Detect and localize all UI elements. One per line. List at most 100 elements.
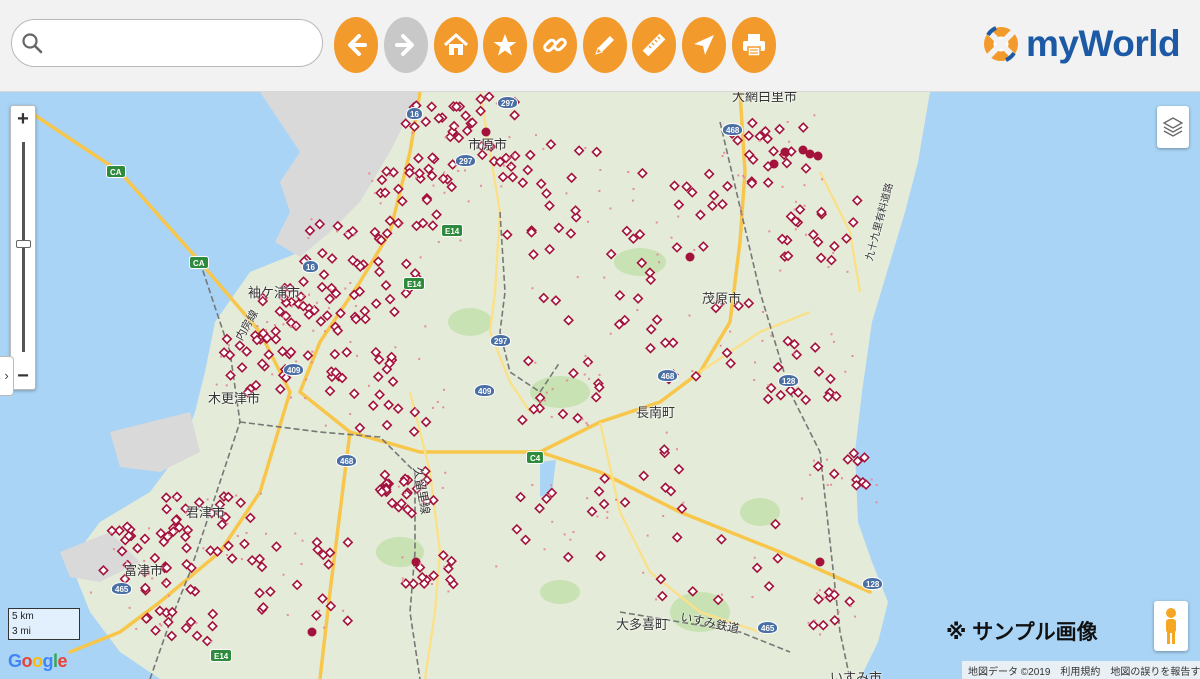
- density-dot: [349, 413, 352, 416]
- arrow-left-icon: [348, 34, 367, 56]
- density-dot: [443, 565, 446, 568]
- print-button[interactable]: [732, 17, 776, 73]
- density-dot: [502, 164, 505, 167]
- density-dot: [304, 397, 307, 400]
- forward-button[interactable]: [384, 17, 428, 73]
- report-error-link[interactable]: 地図の誤りを報告する: [1110, 663, 1200, 678]
- property-marker-cluster[interactable]: [411, 557, 421, 567]
- density-dot: [336, 230, 339, 233]
- map-view[interactable]: 市原市 袖ケ浦市 木更津市 君津市 富津市 茂原市 長南町 大多喜町 いすみ市 …: [0, 92, 1200, 679]
- zoom-out-button[interactable]: −: [11, 363, 35, 389]
- density-dot: [793, 352, 796, 355]
- density-dot: [345, 231, 348, 234]
- density-dot: [788, 140, 791, 143]
- density-dot: [455, 126, 458, 129]
- property-marker-cluster[interactable]: [307, 627, 317, 637]
- search-icon[interactable]: [12, 20, 52, 66]
- density-dot: [442, 406, 445, 409]
- density-dot: [236, 534, 239, 537]
- density-dot: [723, 151, 726, 154]
- density-dot: [827, 266, 830, 269]
- favorite-button[interactable]: [483, 17, 527, 73]
- density-dot: [349, 340, 352, 343]
- density-dot: [299, 301, 302, 304]
- density-dot: [826, 484, 829, 487]
- density-dot: [632, 199, 635, 202]
- density-dot: [609, 332, 612, 335]
- route-shield: E14: [441, 224, 464, 237]
- density-dot: [794, 200, 797, 203]
- density-dot: [259, 492, 262, 495]
- map-canvas: [28, 92, 930, 679]
- density-dot: [837, 610, 840, 613]
- density-dot: [300, 562, 303, 565]
- density-dot: [354, 304, 357, 307]
- place-label: 長南町: [636, 405, 676, 420]
- density-dot: [676, 448, 679, 451]
- density-dot: [226, 522, 229, 525]
- density-dot: [794, 228, 797, 231]
- density-dot: [656, 253, 659, 256]
- density-dot: [397, 485, 400, 488]
- place-label: 大多喜町: [616, 617, 669, 632]
- density-dot: [294, 532, 297, 535]
- density-dot: [844, 370, 847, 373]
- density-dot: [457, 169, 460, 172]
- logo-text: myWorld: [1026, 23, 1181, 64]
- zoom-in-button[interactable]: +: [11, 106, 35, 132]
- sample-image-note: ※ サンプル画像: [946, 621, 1098, 644]
- density-dot: [655, 598, 658, 601]
- density-dot: [753, 378, 756, 381]
- density-dot: [851, 354, 854, 357]
- property-marker-cluster[interactable]: [805, 149, 815, 159]
- density-dot: [753, 361, 756, 364]
- property-marker-cluster[interactable]: [769, 159, 779, 169]
- side-panel-toggle[interactable]: ›: [0, 356, 14, 396]
- zoom-slider-handle[interactable]: [16, 240, 31, 248]
- density-dot: [677, 215, 680, 218]
- density-dot: [682, 501, 685, 504]
- home-button[interactable]: [434, 17, 478, 73]
- density-dot: [195, 621, 198, 624]
- density-dot: [424, 325, 427, 328]
- property-marker-cluster[interactable]: [815, 557, 825, 567]
- terms-link[interactable]: 利用規約: [1060, 663, 1100, 678]
- density-dot: [753, 556, 756, 559]
- pegman-icon: [1166, 608, 1176, 644]
- density-dot: [399, 222, 402, 225]
- density-dot: [271, 373, 274, 376]
- density-dot: [768, 230, 771, 233]
- property-marker-cluster[interactable]: [685, 252, 695, 262]
- density-dot: [588, 377, 591, 380]
- density-dot: [109, 531, 112, 534]
- density-dot: [508, 136, 511, 139]
- density-dot: [265, 329, 268, 332]
- density-dot: [135, 627, 138, 630]
- star-icon: [493, 34, 517, 56]
- density-dot: [531, 287, 534, 290]
- property-marker-cluster[interactable]: [780, 147, 790, 157]
- density-dot: [349, 282, 352, 285]
- density-dot: [308, 293, 311, 296]
- property-marker-cluster[interactable]: [813, 151, 823, 161]
- density-dot: [809, 473, 812, 476]
- density-dot: [531, 483, 534, 486]
- link-button[interactable]: [533, 17, 577, 73]
- measure-button[interactable]: [632, 17, 676, 73]
- layers-button[interactable]: [1157, 106, 1189, 148]
- route-shield: 468: [722, 123, 744, 136]
- route-shield: 16: [406, 107, 423, 120]
- locate-button[interactable]: [682, 17, 726, 73]
- search-box[interactable]: [11, 19, 323, 67]
- density-dot: [215, 383, 218, 386]
- street-view-pegman[interactable]: [1154, 601, 1188, 651]
- density-dot: [742, 174, 745, 177]
- route-shield: 465: [757, 621, 779, 634]
- density-dot: [379, 202, 382, 205]
- density-dot: [565, 192, 568, 195]
- draw-button[interactable]: [583, 17, 627, 73]
- search-input[interactable]: [52, 23, 322, 63]
- back-button[interactable]: [334, 17, 378, 73]
- density-dot: [342, 609, 345, 612]
- density-dot: [615, 498, 618, 501]
